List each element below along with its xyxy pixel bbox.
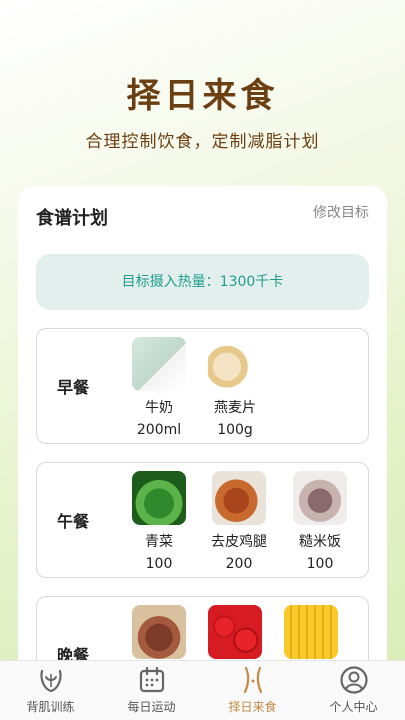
food-name: 去皮鸡腿 [211, 534, 267, 550]
waist-icon [238, 665, 268, 695]
food-item[interactable] [197, 605, 273, 659]
calendar-icon [137, 665, 167, 695]
meal-plan-card: 食谱计划 修改目标 目标摄入热量：1300千卡 早餐 牛奶 200ml 燕麦片 … [18, 186, 387, 706]
bottom-tab-bar: 背肌训练 每日运动 择日来食 个人中心 [0, 660, 405, 720]
tab-profile[interactable]: 个人中心 [303, 665, 404, 720]
food-name: 糙米饭 [299, 534, 341, 550]
food-amount: 200 [225, 556, 253, 572]
tab-daily-exercise[interactable]: 每日运动 [101, 665, 202, 720]
tab-label: 每日运动 [127, 700, 176, 714]
person-icon [339, 665, 369, 695]
meal-breakfast[interactable]: 早餐 牛奶 200ml 燕麦片 100g [36, 328, 369, 444]
milk-image [132, 337, 186, 391]
food-item[interactable] [121, 605, 197, 659]
food-item[interactable]: 燕麦片 100g [197, 337, 273, 439]
page-header: 择日来食 合理控制饮食，定制减脂计划 [0, 0, 405, 180]
tab-label: 背肌训练 [26, 700, 75, 714]
tab-back-training[interactable]: 背肌训练 [0, 665, 101, 720]
chicken-image [212, 471, 266, 525]
tomato-image [208, 605, 262, 659]
food-item[interactable] [273, 605, 349, 659]
food-name: 牛奶 [145, 400, 173, 416]
food-amount: 100 [306, 556, 334, 572]
food-amount: 100g [217, 422, 253, 438]
meal-label: 早餐 [57, 378, 90, 397]
food-name: 青菜 [145, 534, 173, 550]
food-name: 燕麦片 [214, 400, 256, 416]
food-item[interactable]: 去皮鸡腿 200 [201, 471, 277, 573]
card-title: 食谱计划 [36, 208, 108, 229]
calorie-target-banner: 目标摄入热量：1300千卡 [36, 254, 369, 310]
corn-image [284, 605, 338, 659]
back-muscle-icon [36, 665, 66, 695]
rice-image [293, 471, 347, 525]
tab-label: 个人中心 [329, 700, 378, 714]
meal-label: 午餐 [57, 512, 90, 531]
food-amount: 100 [145, 556, 173, 572]
food-item[interactable]: 糙米饭 100 [282, 471, 358, 573]
page-title: 择日来食 [126, 76, 279, 116]
oats-image [208, 337, 262, 391]
food-item[interactable]: 牛奶 200ml [121, 337, 197, 439]
ribs-image [132, 605, 186, 659]
page-subtitle: 合理控制饮食，定制减脂计划 [85, 132, 320, 152]
tab-diet[interactable]: 择日来食 [202, 665, 303, 720]
greens-image [132, 471, 186, 525]
tab-label: 择日来食 [228, 700, 277, 714]
edit-goal-button[interactable]: 修改目标 [313, 202, 369, 222]
food-amount: 200ml [136, 422, 182, 438]
meal-lunch[interactable]: 午餐 青菜 100 去皮鸡腿 200 糙米饭 100 [36, 462, 369, 578]
food-item[interactable]: 青菜 100 [121, 471, 197, 573]
